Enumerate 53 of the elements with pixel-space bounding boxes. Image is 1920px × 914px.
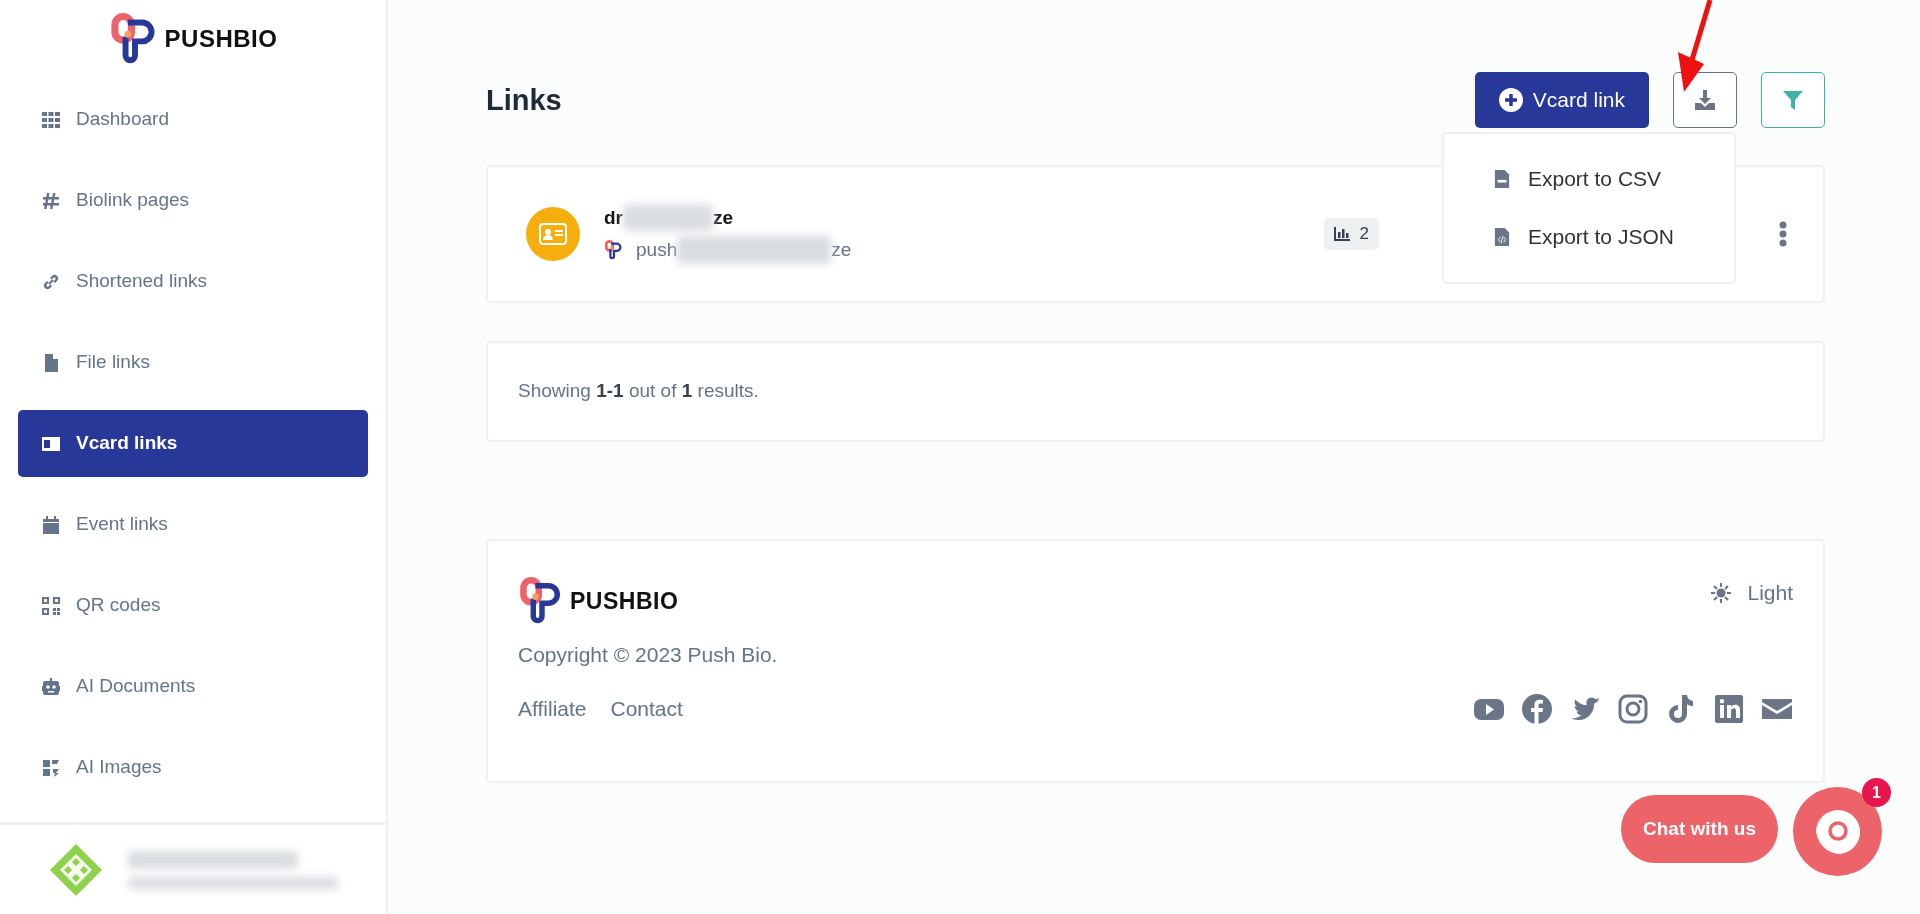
pagination-text: Showing 1-1 out of 1 results. <box>518 379 759 404</box>
link-url[interactable]: push <box>636 236 678 265</box>
footer-link[interactable]: Affiliate <box>518 692 587 725</box>
grid-icon <box>42 110 60 129</box>
sun-icon <box>1711 582 1732 603</box>
filter-icon <box>1782 89 1804 111</box>
page-title: Links <box>486 82 562 118</box>
add-vcard-button[interactable]: Vcard link <box>1474 72 1649 128</box>
id-card-icon <box>42 434 60 453</box>
download-icon <box>1694 89 1716 111</box>
shapes-icon <box>42 758 60 777</box>
export-button[interactable] <box>1673 72 1737 128</box>
file-icon <box>42 353 60 372</box>
sidebar-item[interactable]: QR codes <box>18 572 368 639</box>
more-icon <box>1779 221 1787 247</box>
facebook-icon[interactable] <box>1521 692 1553 725</box>
sidebar-item[interactable]: Dashboard <box>18 86 368 153</box>
brand-name: PUSHBIO <box>570 586 679 616</box>
plus-icon <box>1498 88 1523 112</box>
footer-link[interactable]: Contact <box>610 692 683 725</box>
vcard-icon <box>526 207 580 261</box>
hash-icon <box>42 191 60 210</box>
file-icon <box>1494 227 1510 247</box>
link-url[interactable]: ze <box>831 236 852 265</box>
more-button[interactable] <box>1779 221 1787 247</box>
sidebar-item[interactable]: AI Images <box>18 734 368 801</box>
chart-icon <box>1333 227 1350 241</box>
calendar-icon <box>42 515 60 534</box>
stats-badge[interactable]: 2 <box>1323 218 1379 250</box>
link-icon <box>42 272 60 291</box>
menu-item[interactable]: Export to JSON <box>1444 208 1734 266</box>
sidebar-item[interactable]: Vcard links <box>18 410 368 477</box>
avatar-icon <box>48 841 104 898</box>
linkedin-icon[interactable] <box>1713 692 1745 725</box>
sidebar-item[interactable]: Shortened links <box>18 248 368 315</box>
menu-item[interactable]: Export to CSV <box>1444 150 1734 208</box>
file-icon <box>1494 169 1510 189</box>
brand-name: PUSHBIO <box>164 24 278 54</box>
robot-icon <box>42 677 60 696</box>
copyright-text: Copyright © 2023 Push Bio. <box>518 642 779 668</box>
link-title[interactable]: dr <box>604 203 623 232</box>
theme-toggle[interactable]: Light <box>1711 577 1793 609</box>
instagram-icon[interactable] <box>1617 692 1649 725</box>
favicon-icon <box>604 240 624 261</box>
qr-code-icon <box>42 596 60 615</box>
link-title[interactable]: ze <box>713 203 734 232</box>
chat-label[interactable]: Chat with us <box>1621 794 1778 863</box>
filter-button[interactable] <box>1761 72 1825 128</box>
sidebar-item[interactable]: File links <box>18 329 368 396</box>
sidebar-item[interactable]: Event links <box>18 491 368 558</box>
sidebar-item[interactable]: Biolink pages <box>18 167 368 234</box>
sidebar-item[interactable]: AI Documents <box>18 653 368 720</box>
notification-badge: 1 <box>1862 778 1891 807</box>
